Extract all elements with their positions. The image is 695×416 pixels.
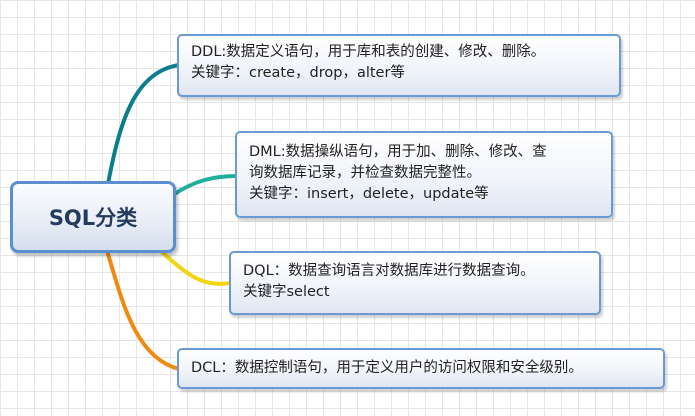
- ddl-description: DDL:数据定义语句，用于库和表的创建、修改、删除。: [191, 44, 546, 60]
- topic-dcl: DCL：数据控制语句，用于定义用户的访问权限和安全级别。: [177, 348, 665, 389]
- branch-dql: [160, 250, 233, 286]
- branch-dml: [171, 174, 239, 197]
- branch-dcl: [106, 252, 181, 371]
- topic-dml: DML:数据操纵语句，用于加、删除、修改、查 询数据库记录，并检查数据完整性。 …: [235, 131, 613, 218]
- dml-keywords: 关键字：insert，delete，update等: [249, 186, 489, 202]
- topic-ddl: DDL:数据定义语句，用于库和表的创建、修改、删除。 关键字：create，dr…: [177, 34, 621, 97]
- root-node: SQL分类: [10, 181, 176, 253]
- dql-description: DQL：数据查询语言对数据库进行数据查询。: [243, 263, 535, 279]
- dml-description-line2: 询数据库记录，并检查数据完整性。: [249, 165, 481, 181]
- dml-description-line1: DML:数据操纵语句，用于加、删除、修改、查: [249, 144, 547, 160]
- dcl-description: DCL：数据控制语句，用于定义用户的访问权限和安全级别。: [191, 360, 583, 376]
- branch-ddl: [106, 63, 181, 186]
- root-label: SQL分类: [48, 206, 138, 230]
- topic-dql: DQL：数据查询语言对数据库进行数据查询。 关键字select: [229, 251, 601, 315]
- mind-map-canvas: SQL分类 DDL:数据定义语句，用于库和表的创建、修改、删除。 关键字：cre…: [0, 0, 695, 416]
- ddl-keywords: 关键字：create，drop，alter等: [191, 65, 405, 81]
- dql-keywords: 关键字select: [243, 284, 330, 300]
